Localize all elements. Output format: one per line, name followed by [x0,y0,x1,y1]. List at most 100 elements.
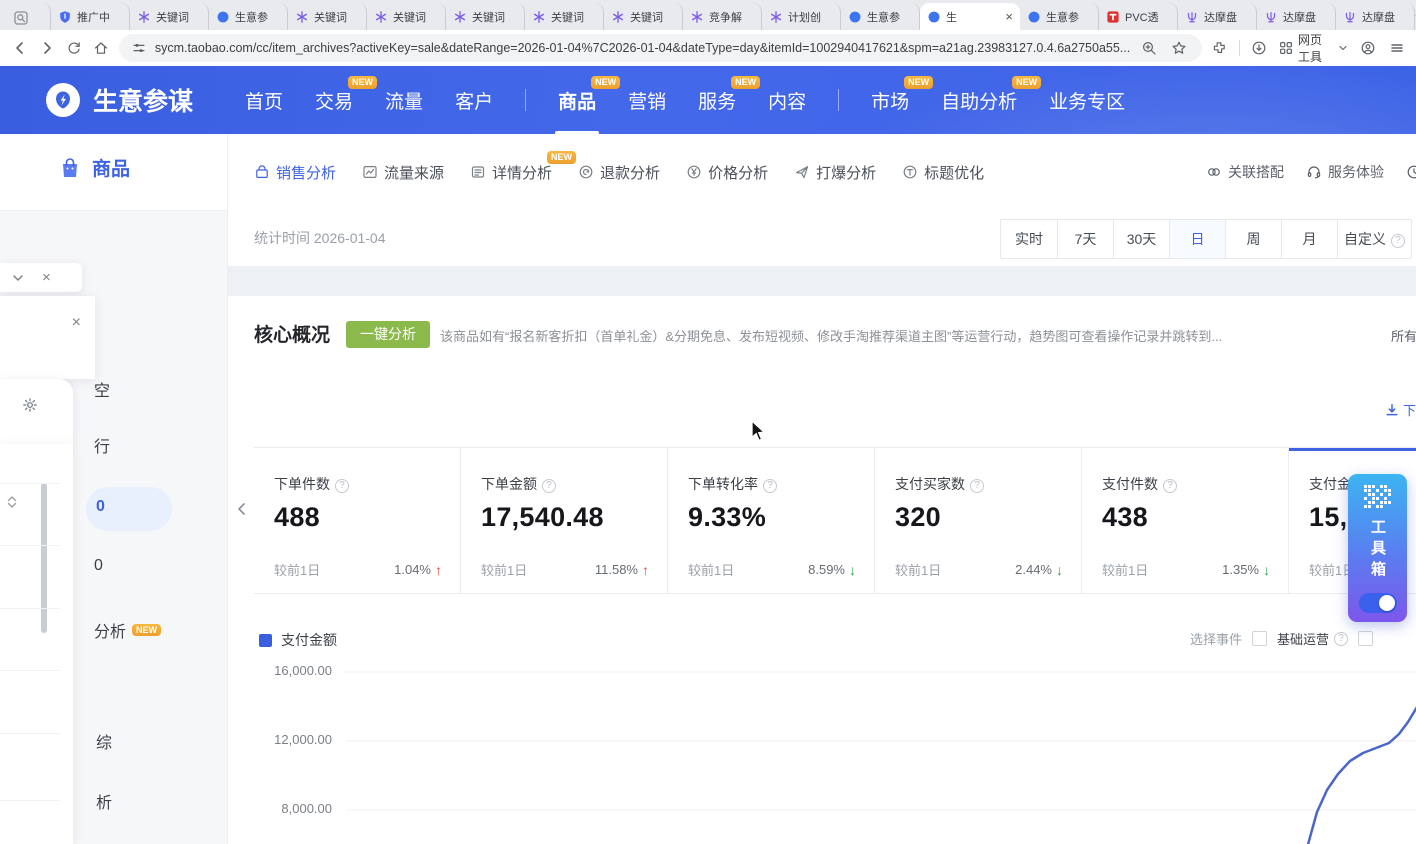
profile-icon[interactable] [1359,37,1377,59]
metric-card-下单件数[interactable]: 下单件数?488较前1日1.04%↑ [254,448,461,593]
browser-tab[interactable]: 关键词 [604,3,683,30]
floating-panel-list[interactable] [0,444,73,844]
nav-item-内容[interactable]: 内容 [768,87,806,114]
floating-panel-settings[interactable] [0,379,73,444]
nav-item-营销[interactable]: 营销 [628,87,666,114]
browser-tab[interactable]: 计划创 [762,3,841,30]
toolbox-toggle[interactable] [1359,593,1397,613]
sidebar-item-fragment[interactable]: 0 [96,498,105,516]
nav-item-市场[interactable]: 市场NEW [871,87,909,114]
date-range-月[interactable]: 月 [1281,220,1337,258]
url-field[interactable]: sycm.taobao.com/cc/item_archives?activeK… [119,34,1202,62]
floating-panel-collapsed[interactable]: × [0,263,82,292]
sidebar-item-fragment[interactable]: 空 [94,377,110,401]
browser-tab[interactable]: 竞争解 [683,3,762,30]
history-clock-icon[interactable] [1406,164,1416,180]
extensions-icon[interactable] [1210,37,1228,59]
analysis-tab-价格分析[interactable]: 价格分析 [686,162,768,183]
site-settings-icon[interactable] [131,37,147,59]
right-link-关联搭配[interactable]: 关联搭配 [1206,162,1284,182]
chevron-down-icon[interactable] [10,270,26,286]
analysis-tab-流量来源[interactable]: 流量来源 [362,162,444,183]
snow-favicon-icon [453,10,467,24]
browser-tab[interactable]: 关键词 [288,3,367,30]
date-range-日[interactable]: 日 [1169,220,1225,258]
close-icon[interactable]: × [42,270,51,285]
metric-card-下单转化率[interactable]: 下单转化率?9.33%较前1日8.59%↓ [668,448,875,593]
nav-item-商品[interactable]: 商品NEW [558,87,596,114]
bookmark-star-icon[interactable] [1168,37,1190,59]
date-range-周[interactable]: 周 [1225,220,1281,258]
one-click-analyze-button[interactable]: 一键分析 [346,321,430,348]
browser-tab[interactable]: 达摩盘 [1336,3,1415,30]
sidebar-item-fragment[interactable]: 析 [96,789,112,813]
browser-tab[interactable]: PVC透 [1099,3,1178,30]
core-right-cut-text[interactable]: 所有 [1391,326,1416,345]
forward-icon[interactable] [37,37,56,59]
nav-item-自助分析[interactable]: 自助分析NEW [941,87,1017,114]
browser-tab[interactable]: 生意参 [1020,3,1099,30]
help-icon: ? [335,479,349,493]
brand[interactable]: 生意参谋 [46,82,193,118]
right-link-label: 服务体验 [1328,162,1384,182]
nav-item-客户[interactable]: 客户 [455,87,493,114]
nav-item-首页[interactable]: 首页 [245,87,283,114]
metric-card-支付买家数[interactable]: 支付买家数?320较前1日2.44%↓ [875,448,1082,593]
right-link-服务体验[interactable]: 服务体验 [1306,162,1384,182]
analysis-tab-退款分析[interactable]: 退款分析 [578,162,660,183]
date-range-自定义[interactable]: 自定义? [1337,220,1411,258]
close-icon[interactable]: × [72,314,81,332]
nav-item-交易[interactable]: 交易NEW [315,87,353,114]
metric-card-支付件数[interactable]: 支付件数?438较前1日1.35%↓ [1082,448,1289,593]
download-link[interactable]: 下载 [1384,400,1416,419]
tab-close-icon[interactable]: × [1005,10,1013,23]
reload-icon[interactable] [64,37,83,59]
change-percent: 11.58% [595,562,638,577]
analysis-tab-销售分析[interactable]: 销售分析 [254,162,336,183]
floating-panel[interactable]: × [0,296,95,379]
browser-tab[interactable]: 生意参 [209,3,288,30]
analysis-tab-标题优化[interactable]: 标题优化 [902,162,984,183]
browser-tab[interactable]: 推广中 [51,3,130,30]
browser-tab[interactable]: 达摩盘 [1178,3,1257,30]
browser-tab[interactable]: 关键词 [525,3,604,30]
browser-tab[interactable]: 生意参 [841,3,920,30]
home-icon[interactable] [92,37,111,59]
back-icon[interactable] [10,37,29,59]
metric-card-下单金额[interactable]: 下单金额?17,540.48较前1日11.58%↑ [461,448,668,593]
date-range-30天[interactable]: 30天 [1113,220,1169,258]
sidebar-item-fragment[interactable]: 行 [94,433,110,457]
analysis-tab-打爆分析[interactable]: 打爆分析 [794,162,876,183]
browser-tab[interactable]: 达摩盘 [1257,3,1336,30]
nav-item-业务专区[interactable]: 业务专区 [1049,87,1125,114]
nav-divider [838,89,839,111]
sidebar-item-fragment[interactable]: 综 [96,729,112,753]
nav-item-服务[interactable]: 服务NEW [698,87,736,114]
url-text[interactable]: sycm.taobao.com/cc/item_archives?activeK… [155,41,1130,55]
sidebar-title-label: 商品 [92,154,130,181]
date-range-7天[interactable]: 7天 [1057,220,1113,258]
sidebar-item-fragment[interactable]: 0 [94,557,103,575]
expand-collapse-icon[interactable] [4,494,20,510]
analysis-tabs-right: 关联搭配 服务体验 [1206,134,1416,210]
downloads-icon[interactable] [1250,37,1268,59]
main-content: 销售分析流量来源详情分析NEW退款分析价格分析打爆分析标题优化关联搭配服务体验 … [227,134,1416,844]
analysis-tab-label: 价格分析 [708,162,768,183]
gear-icon[interactable] [22,397,38,413]
browser-tab[interactable]: 生× [920,3,1020,30]
sidebar-item-fragment[interactable]: 分析NEW [94,618,161,642]
web-tools-button[interactable]: 网页工具 [1278,31,1349,65]
browser-menu-icon[interactable] [1388,37,1406,59]
nav-divider [525,89,526,111]
browser-tab[interactable]: 关键词 [130,3,209,30]
browser-tab[interactable]: 关键词 [367,3,446,30]
analysis-tab-详情分析[interactable]: 详情分析NEW [470,162,552,183]
browser-tab[interactable] [6,3,51,30]
scrollbar-thumb[interactable] [41,483,47,633]
toolbox-widget[interactable]: 工具箱 [1348,474,1407,622]
date-range-实时[interactable]: 实时 [1001,220,1057,258]
nav-item-流量[interactable]: 流量 [385,87,423,114]
cards-scroll-left-icon[interactable] [234,501,250,517]
browser-tab[interactable]: 关键词 [446,3,525,30]
zoom-page-icon[interactable] [1138,37,1160,59]
